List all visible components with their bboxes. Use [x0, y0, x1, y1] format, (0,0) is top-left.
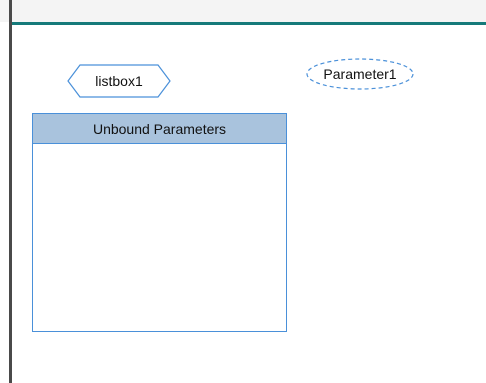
unbound-parameters-header: Unbound Parameters — [33, 114, 286, 144]
parameter-node-label: Parameter1 — [323, 66, 397, 82]
listbox-node-label: listbox1 — [95, 73, 143, 89]
parameter-node[interactable]: Parameter1 — [305, 58, 415, 92]
unbound-parameters-panel[interactable]: Unbound Parameters — [32, 113, 287, 332]
listbox-node[interactable]: listbox1 — [66, 64, 172, 98]
top-toolbar-area — [0, 0, 486, 22]
unbound-parameters-list[interactable] — [33, 144, 286, 331]
